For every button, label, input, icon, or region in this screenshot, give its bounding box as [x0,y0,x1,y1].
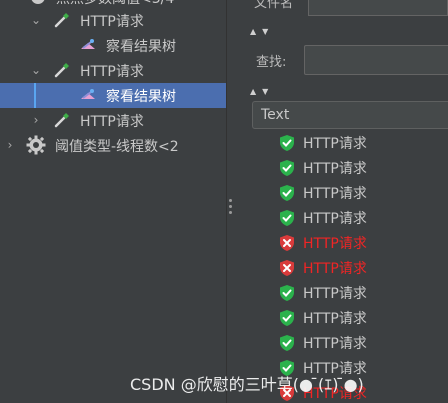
pipette-icon [52,60,72,80]
result-item[interactable]: HTTP请求 [278,231,367,255]
splitter-grip-dot [229,205,232,208]
pass-shield-icon [278,159,296,177]
result-item[interactable]: HTTP请求 [278,206,367,230]
filename-input[interactable] [308,0,448,16]
tree-item-label: 察看结果树 [106,39,176,55]
result-item[interactable]: HTTP请求 [278,256,367,280]
pipette-icon [52,110,72,130]
splitter-grip-dot [229,199,232,202]
result-item-label: HTTP请求 [303,261,367,277]
chevron-down-icon[interactable]: ⌄ [30,14,42,26]
gear-icon [26,135,46,155]
result-item-label: HTTP请求 [303,211,367,227]
tree-item-label: HTTP请求 [80,64,144,80]
results-panel: 文件名 ▲▼ 查找: ▲▼ Text HTTP请求 HTTP请求 HTTP请求 HTT… [234,0,448,403]
chevron-right-icon[interactable]: › [30,114,42,126]
renderer-select[interactable]: Text [252,101,448,129]
gear-icon [28,0,48,7]
tree-item-label: HTTP请求 [80,14,144,30]
result-item-label: HTTP请求 [303,286,367,302]
result-item[interactable]: HTTP请求 [278,156,367,180]
tree-row-view-results-tree-selected[interactable]: 察看结果树 [0,83,226,108]
tree-item-label: 点点多数阈值<3/4 [56,0,174,8]
search-input[interactable] [304,45,448,75]
chevron-right-icon[interactable]: › [4,139,16,151]
pass-shield-icon [278,334,296,352]
results-tree-icon [78,35,98,55]
pass-shield-icon [278,134,296,152]
fail-shield-icon [278,234,296,252]
pass-shield-icon [278,184,296,202]
watermark: CSDN @欣慰的三叶草(● ̄(ｴ) ̄●) [130,375,364,394]
result-item[interactable]: HTTP请求 [278,181,367,205]
tree-row-thread-group[interactable]: › 阈值类型-线程数<2 [0,133,226,158]
result-item-label: HTTP请求 [303,236,367,252]
results-tree-icon [78,85,98,105]
chevron-down-icon[interactable]: ⌄ [30,64,42,76]
filename-row: 文件名 [234,0,448,20]
splitter-grip-dot [229,211,232,214]
result-item[interactable]: HTTP请求 [278,131,367,155]
pass-shield-icon [278,209,296,227]
fail-shield-icon [278,259,296,277]
tree-item-label: 阈值类型-线程数<2 [55,139,179,155]
renderer-select-value: Text [261,107,290,123]
tree-row-http-request[interactable]: ⌄ HTTP请求 [0,58,226,83]
result-item[interactable]: HTTP请求 [278,281,367,305]
result-item-label: HTTP请求 [303,136,367,152]
test-plan-tree: 点点多数阈值<3/4 ⌄ HTTP请求 察看结果树 ⌄ HTTP请求 察看结果树… [0,0,226,403]
result-item[interactable]: HTTP请求 [278,331,367,355]
search-label: 查找: [256,55,287,70]
tree-guide-line [34,83,36,108]
result-item-label: HTTP请求 [303,186,367,202]
result-item-label: HTTP请求 [303,161,367,177]
pass-shield-icon [278,309,296,327]
result-item-label: HTTP请求 [303,311,367,327]
pipette-icon [52,10,72,30]
tree-row-http-request[interactable]: ⌄ HTTP请求 [0,8,226,33]
filename-label: 文件名 [254,0,294,11]
result-item[interactable]: HTTP请求 [278,306,367,330]
pass-shield-icon [278,284,296,302]
divider-collapse-arrows[interactable]: ▲▼ [250,28,274,36]
tree-row-http-request[interactable]: › HTTP请求 [0,108,226,133]
tree-item-label: HTTP请求 [80,114,144,130]
tree-row-view-results-tree[interactable]: 察看结果树 [0,33,226,58]
result-item-label: HTTP请求 [303,336,367,352]
pane-splitter[interactable] [226,0,234,403]
divider-collapse-arrows[interactable]: ▲▼ [250,88,274,96]
tree-item-label: 察看结果树 [106,89,176,105]
